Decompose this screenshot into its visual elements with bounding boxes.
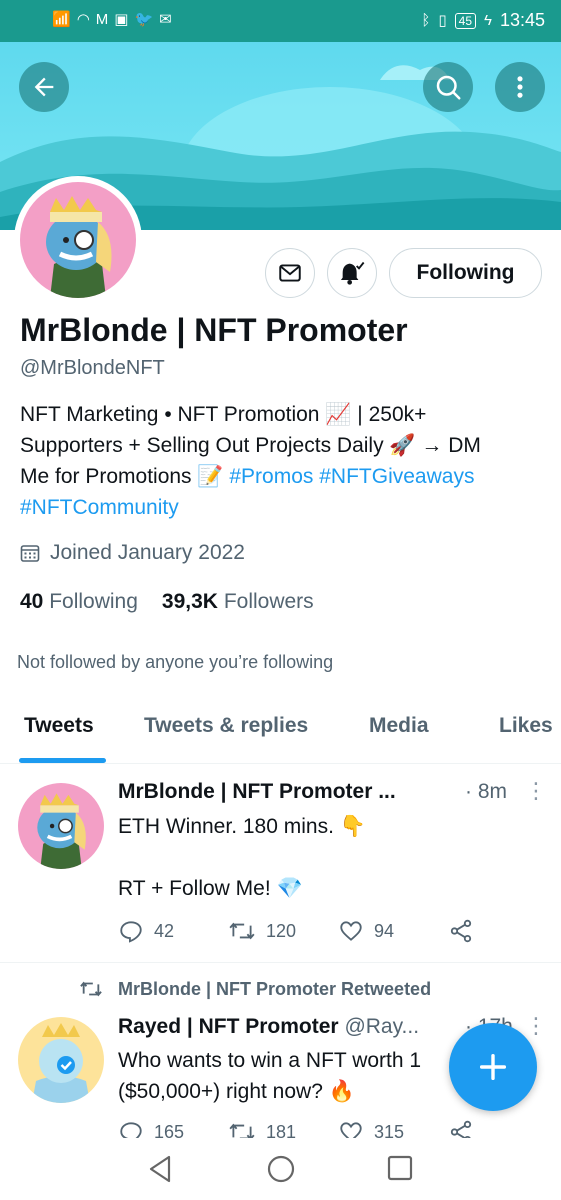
retweet-context-text[interactable]: MrBlonde | NFT Promoter Retweeted	[118, 979, 431, 1000]
reply-icon	[120, 921, 142, 943]
notifications-button[interactable]	[327, 248, 377, 298]
tweet-more-icon[interactable]: ⋮	[525, 780, 547, 802]
triangle-back-icon	[149, 1155, 171, 1183]
hashtag-nftcommunity[interactable]: #NFTCommunity	[20, 496, 179, 519]
reply-count: 42	[154, 920, 175, 941]
tweet-text: Who wants to win a NFT worth 1 ($50,000+…	[118, 1049, 422, 1103]
retweet-icon	[229, 922, 255, 940]
back-button[interactable]	[19, 62, 69, 112]
followers-count: 39,3K	[161, 590, 218, 613]
message-button[interactable]	[265, 248, 315, 298]
avatar-image	[18, 783, 104, 869]
tweet-avatar[interactable]	[18, 783, 104, 869]
profile-avatar[interactable]	[14, 176, 142, 304]
tweet-time: · 8m	[465, 780, 507, 803]
status-bar: 📶 ◠ M ▣ 🐦 ✉ ᛒ ▯ 45 ϟ 13:45	[0, 0, 561, 42]
nav-back-button[interactable]	[146, 1154, 174, 1189]
like-button[interactable]: 94	[338, 918, 448, 944]
bio-line-3: Me for Promotions 📝 #Promos #NFTGiveaway…	[20, 461, 550, 492]
followers-label: Followers	[223, 590, 314, 613]
hashtag-promos[interactable]: #Promos	[229, 465, 313, 488]
envelope-icon	[279, 264, 301, 282]
profile-handle: @MrBlondeNFT	[20, 357, 165, 379]
compose-tweet-button[interactable]	[449, 1023, 537, 1111]
tab-media[interactable]: Media	[369, 714, 429, 738]
retweet-context: MrBlonde | NFT Promoter Retweeted	[78, 978, 431, 1000]
square-recents-icon	[387, 1155, 413, 1181]
profile-bio: NFT Marketing • NFT Promotion 📈 | 250k+ …	[20, 399, 550, 523]
profile-tabs: Tweets Tweets & replies Media Likes	[0, 700, 561, 764]
share-icon	[450, 919, 472, 943]
share-button[interactable]	[448, 918, 488, 944]
active-tab-indicator	[19, 758, 106, 763]
circle-home-icon	[267, 1155, 295, 1183]
following-count-link[interactable]: 40 Following	[20, 590, 138, 614]
status-bar-left: 📶 ◠ M ▣ 🐦 ✉	[52, 10, 172, 30]
joined-text: Joined January 2022	[50, 541, 245, 564]
battery-level: 45	[454, 12, 476, 29]
more-button[interactable]	[495, 62, 545, 112]
reply-button[interactable]: 42	[118, 918, 228, 944]
arrow-left-icon	[34, 77, 54, 97]
bluetooth-icon: ᛒ	[421, 11, 431, 29]
joined-date: Joined January 2022	[20, 541, 245, 565]
bio-line-1: NFT Marketing • NFT Promotion 📈 | 250k+	[20, 403, 427, 426]
signal-icon: 📶	[52, 11, 71, 28]
bio-text: Me for Promotions 📝	[20, 465, 230, 488]
status-bar-right: ᛒ ▯ 45 ϟ 13:45	[421, 10, 545, 31]
follow-stats: 40 Following 39,3K Followers	[20, 590, 314, 614]
retweet-icon	[80, 981, 102, 997]
retweet-button[interactable]: 120	[228, 918, 338, 944]
tweet-actions: 42 120 94	[118, 918, 488, 944]
tweet-author-name[interactable]: Rayed | NFT Promoter	[118, 1015, 339, 1038]
not-followed-note: Not followed by anyone you’re following	[17, 652, 334, 672]
bell-check-icon	[340, 261, 365, 285]
avatar-image	[18, 1017, 104, 1103]
search-button[interactable]	[423, 62, 473, 112]
avatar-image	[20, 182, 136, 298]
tweet-item[interactable]: MrBlonde | NFT Promoter ... · 8m ⋮ ETH W…	[0, 765, 561, 961]
tweet-author-handle: @Ray...	[344, 1015, 420, 1038]
like-count: 94	[374, 920, 395, 941]
bio-line-2: Supporters + Selling Out Projects Daily …	[20, 434, 481, 457]
twitter-icon: 🐦	[134, 11, 154, 28]
following-button[interactable]: Following	[389, 248, 542, 298]
tweet-text: ETH Winner. 180 mins. 👇 RT + Follow Me! …	[118, 815, 366, 900]
nav-home-button[interactable]	[266, 1154, 296, 1189]
tab-likes[interactable]: Likes	[499, 714, 553, 738]
calendar-icon	[20, 545, 40, 562]
tab-tweets[interactable]: Tweets	[24, 714, 94, 738]
system-nav-bar	[0, 1138, 561, 1200]
mail-icon: ✉	[159, 11, 172, 28]
following-label: Following	[49, 590, 138, 613]
plus-icon	[479, 1053, 507, 1081]
profile-name: MrBlonde | NFT Promoter	[20, 312, 408, 348]
tweet-author-name[interactable]: MrBlonde | NFT Promoter ...	[118, 780, 396, 803]
gmail-icon: M	[95, 11, 109, 28]
tab-tweets-replies[interactable]: Tweets & replies	[144, 714, 308, 738]
followers-count-link[interactable]: 39,3K Followers	[162, 590, 314, 614]
hashtag-nftgiveaways[interactable]: #NFTGiveaways	[319, 465, 474, 488]
nav-recents-button[interactable]	[386, 1154, 414, 1187]
tweet-avatar[interactable]	[18, 1017, 104, 1103]
search-icon	[436, 75, 461, 100]
more-vertical-icon	[517, 76, 523, 98]
vibrate-icon: ▯	[438, 11, 447, 29]
tweet-more-icon[interactable]: ⋮	[525, 1015, 547, 1037]
tweet-header: MrBlonde | NFT Promoter ...	[118, 780, 396, 804]
heart-icon	[340, 921, 362, 941]
tweet-divider	[0, 962, 561, 963]
charging-icon: ϟ	[484, 11, 492, 29]
tweet-header: Rayed | NFT Promoter @Ray...	[118, 1015, 419, 1039]
clock: 13:45	[499, 10, 545, 30]
wifi-icon: ◠	[76, 11, 90, 28]
outlook-icon: ▣	[114, 11, 129, 28]
retweet-count: 120	[266, 920, 297, 941]
following-count: 40	[20, 590, 44, 613]
